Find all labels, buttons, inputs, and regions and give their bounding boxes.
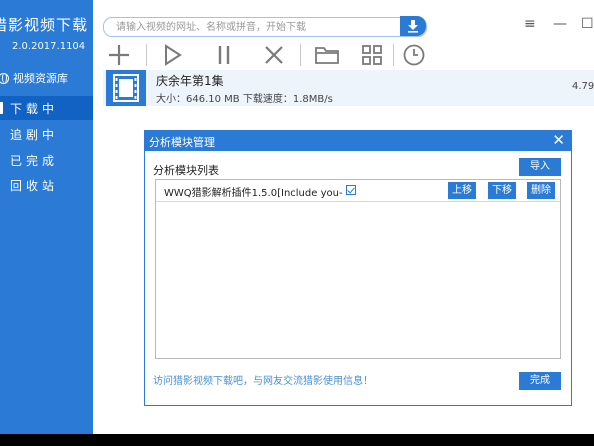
toolbar-separator — [393, 44, 394, 66]
sidebar-item-completed[interactable]: 已完成 — [0, 148, 93, 172]
film-icon — [113, 74, 139, 102]
dialog-header: 分析模块管理 ✕ — [145, 131, 571, 151]
app-window: 猎影视频下载 2.0.2017.1104 视频资源库 下载中 追剧中 已完成 回… — [0, 0, 594, 434]
download-title: 庆余年第1集 — [156, 74, 224, 88]
download-info: 大小：646.10 MB 下载速度：1.8MB/s — [156, 94, 333, 105]
add-icon[interactable] — [107, 43, 131, 67]
app-title: 猎影视频下载 — [0, 16, 89, 34]
screen-border — [0, 434, 594, 446]
module-manager-dialog: 分析模块管理 ✕ 分析模块列表 导入 WWQ猎影解析插件1.5.0[Includ… — [144, 130, 572, 406]
import-button[interactable]: 导入 — [519, 158, 561, 176]
download-icon — [408, 20, 418, 33]
minimize-button[interactable]: — — [553, 16, 567, 32]
search-input[interactable] — [114, 19, 398, 36]
move-down-button[interactable]: 下移 — [488, 182, 516, 199]
maximize-button[interactable]: ☐ — [581, 16, 594, 32]
sidebar-item-recycle-bin[interactable]: 回收站 — [0, 173, 93, 197]
clock-icon[interactable] — [402, 43, 426, 67]
sidebar-item-label: 已完成 — [10, 153, 59, 168]
toolbar-separator — [146, 44, 147, 66]
sidebar-item-following[interactable]: 追剧中 — [0, 122, 93, 146]
grid-icon[interactable] — [360, 43, 384, 67]
dialog-title: 分析模块管理 — [149, 136, 215, 149]
move-up-button[interactable]: 上移 — [448, 182, 476, 199]
module-list: WWQ猎影解析插件1.5.0[Include you- 上移 下移 删除 — [155, 179, 561, 359]
list-item[interactable]: WWQ猎影解析插件1.5.0[Include you- 上移 下移 删除 — [156, 180, 560, 202]
globe-icon — [0, 72, 9, 84]
delete-button[interactable]: 删除 — [527, 182, 555, 199]
sidebar-item-label: 下载中 — [10, 101, 59, 116]
menu-icon[interactable]: ≡ — [524, 16, 536, 32]
download-percent: 4.79 — [572, 81, 594, 92]
sidebar-item-downloading[interactable]: 下载中 — [0, 96, 93, 120]
download-button[interactable] — [400, 16, 426, 36]
sidebar-item-label: 追剧中 — [10, 127, 59, 142]
sidebar: 猎影视频下载 2.0.2017.1104 视频资源库 下载中 追剧中 已完成 回… — [0, 0, 93, 434]
video-thumbnail — [106, 70, 146, 106]
folder-icon[interactable] — [314, 43, 340, 67]
search-box — [103, 17, 427, 37]
active-indicator — [0, 102, 3, 114]
done-button[interactable]: 完成 — [519, 372, 561, 390]
play-icon[interactable] — [160, 43, 184, 67]
resource-library-label: 视频资源库 — [13, 72, 68, 85]
plugin-enabled-checkbox[interactable] — [346, 185, 356, 195]
module-list-label: 分析模块列表 — [153, 164, 219, 177]
sidebar-item-resource-library[interactable]: 视频资源库 — [0, 70, 68, 86]
close-button[interactable]: ✕ — [552, 132, 565, 149]
sidebar-item-label: 回收站 — [10, 178, 59, 193]
forum-link[interactable]: 访问猎影视频下载吧，与网友交流猎影使用信息！ — [153, 372, 373, 387]
pause-icon[interactable] — [212, 43, 236, 67]
plugin-name: WWQ猎影解析插件1.5.0[Include you- — [164, 188, 343, 199]
app-version: 2.0.2017.1104 — [12, 41, 86, 52]
toolbar-separator — [300, 44, 301, 66]
delete-icon[interactable] — [262, 43, 286, 67]
